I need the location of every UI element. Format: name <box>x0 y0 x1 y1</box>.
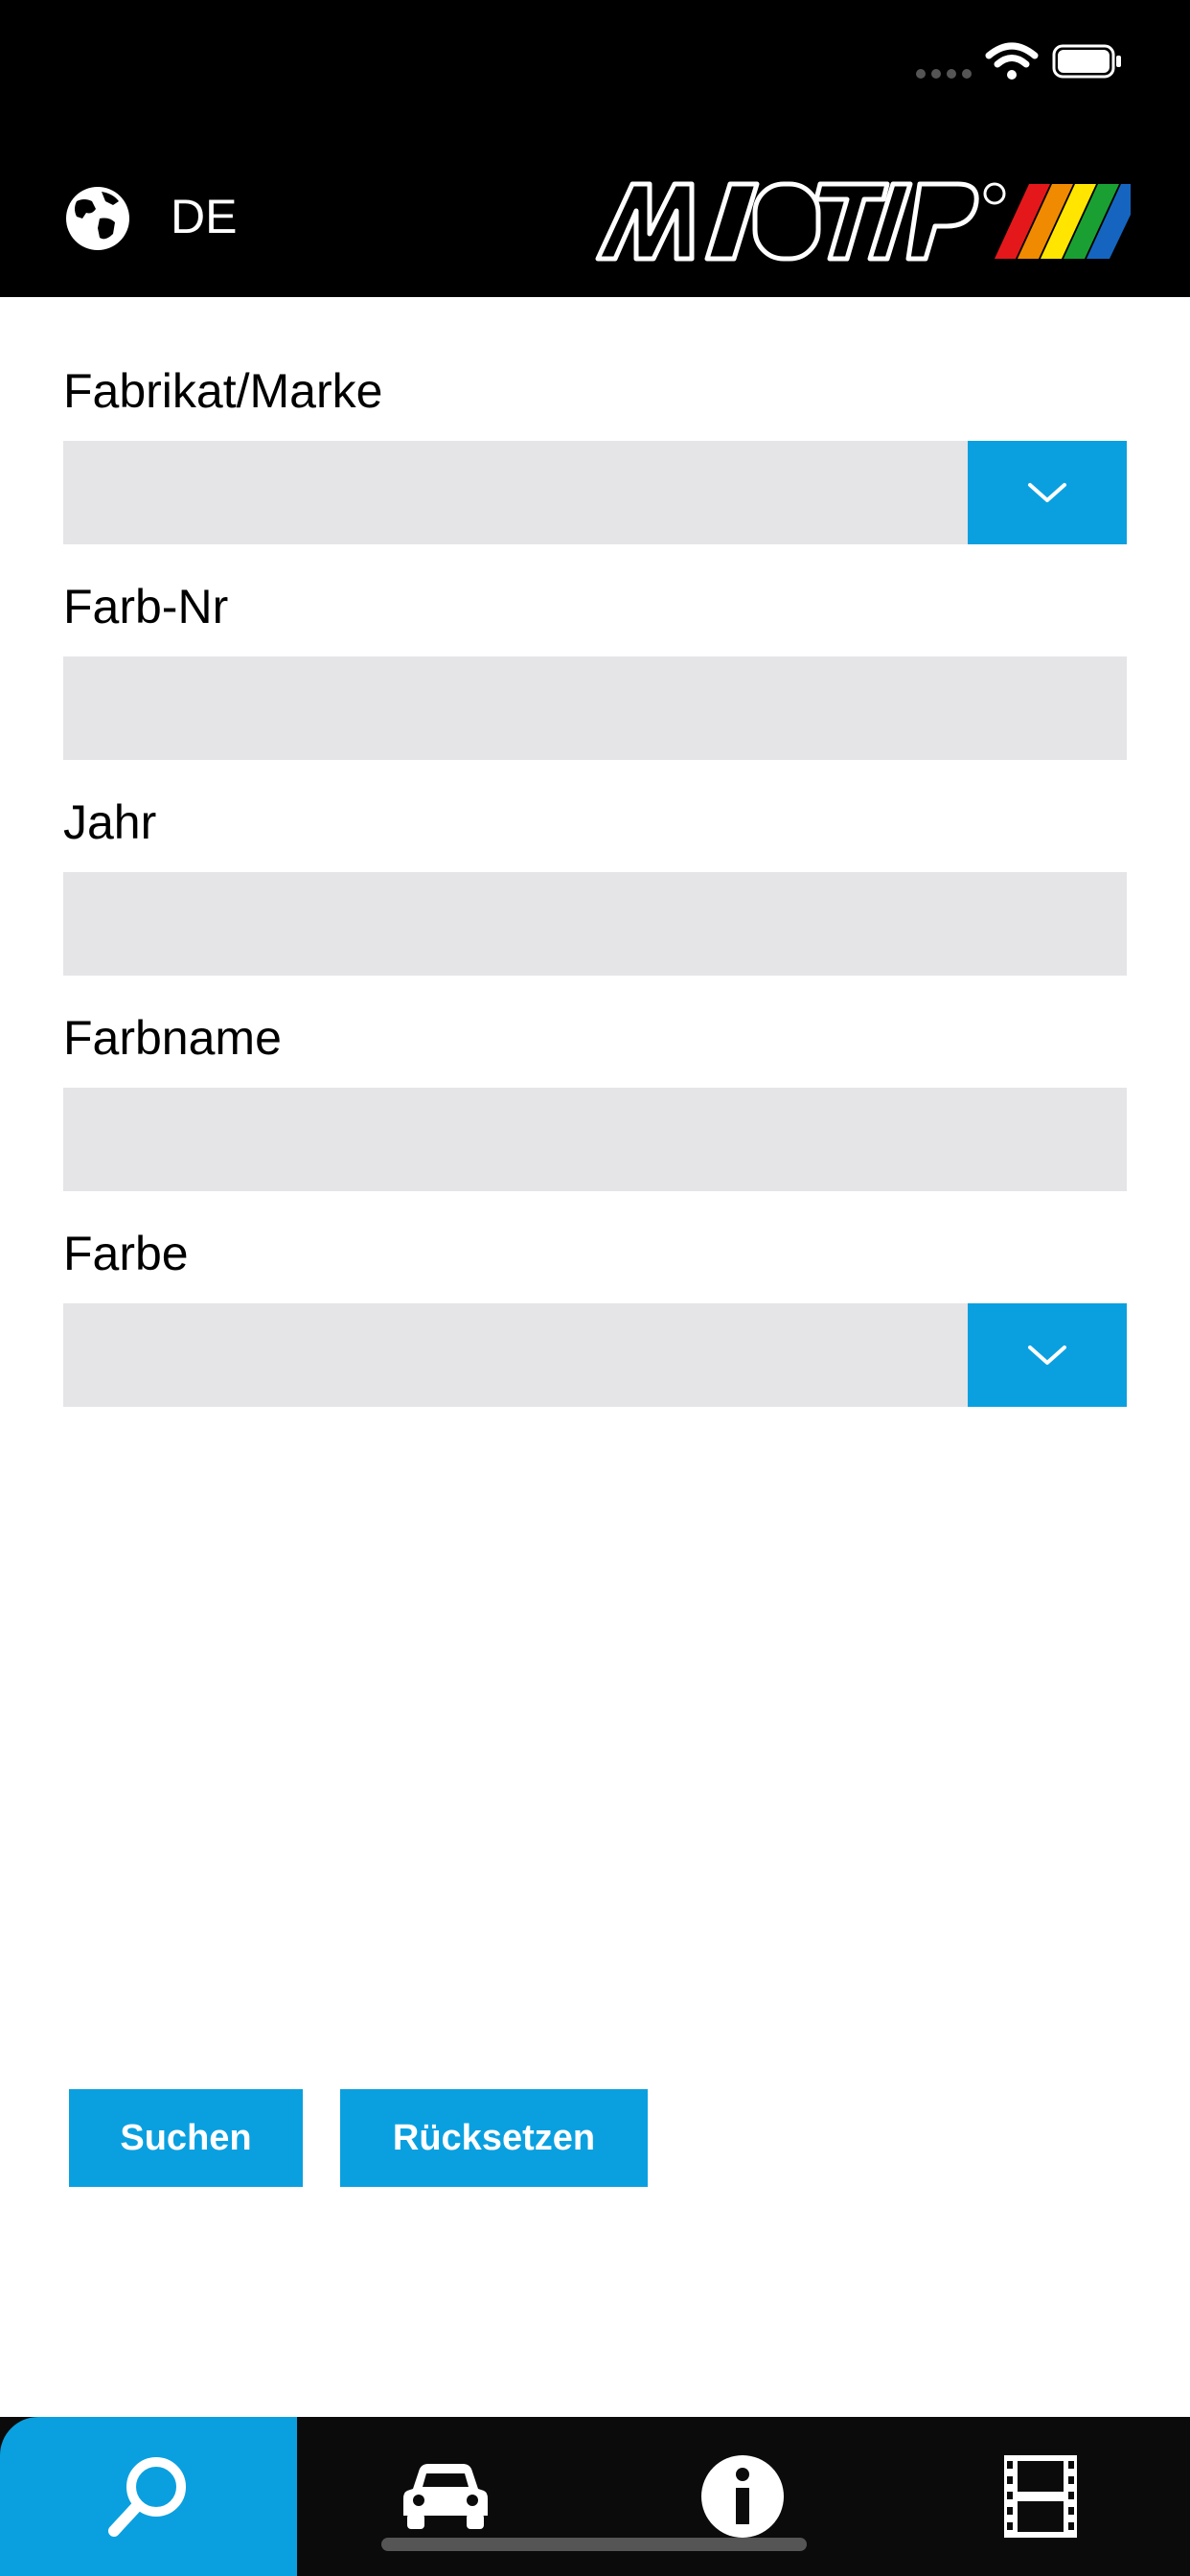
color-name-label: Farbname <box>63 1011 282 1065</box>
tab-vehicle[interactable] <box>297 2417 594 2576</box>
color-dropdown-button[interactable] <box>968 1303 1127 1407</box>
brand-dropdown-button[interactable] <box>968 441 1127 544</box>
tab-search[interactable] <box>0 2417 297 2576</box>
film-icon <box>1004 2455 1077 2538</box>
car-icon <box>403 2464 488 2529</box>
brand-label: Fabrikat/Marke <box>63 364 383 418</box>
info-icon <box>701 2455 784 2538</box>
home-indicator <box>381 2538 807 2551</box>
color-label: Farbe <box>63 1227 189 1280</box>
language-label[interactable]: DE <box>171 188 237 245</box>
color-no-input[interactable] <box>63 656 1127 760</box>
wifi-icon <box>985 42 1039 80</box>
tab-info[interactable] <box>594 2417 891 2576</box>
year-label: Jahr <box>63 795 157 849</box>
year-input[interactable] <box>63 872 1127 976</box>
app-header: DE <box>0 115 1190 297</box>
color-no-label: Farb-Nr <box>63 580 229 633</box>
motip-logo <box>595 181 1131 262</box>
search-button[interactable]: Suchen <box>69 2089 303 2187</box>
tab-video[interactable] <box>891 2417 1190 2576</box>
reset-button[interactable]: Rücksetzen <box>340 2089 648 2187</box>
status-bar <box>0 0 1190 115</box>
chevron-down-icon <box>1028 1346 1066 1365</box>
color-select[interactable] <box>63 1303 1127 1407</box>
cellular-signal-icon <box>916 69 972 79</box>
chevron-down-icon <box>1028 483 1066 502</box>
color-name-input[interactable] <box>63 1088 1127 1191</box>
battery-icon <box>1052 44 1121 79</box>
search-icon <box>108 2457 186 2537</box>
globe-icon[interactable] <box>63 184 132 253</box>
brand-select[interactable] <box>63 441 1127 544</box>
tab-bar <box>0 2417 1190 2576</box>
